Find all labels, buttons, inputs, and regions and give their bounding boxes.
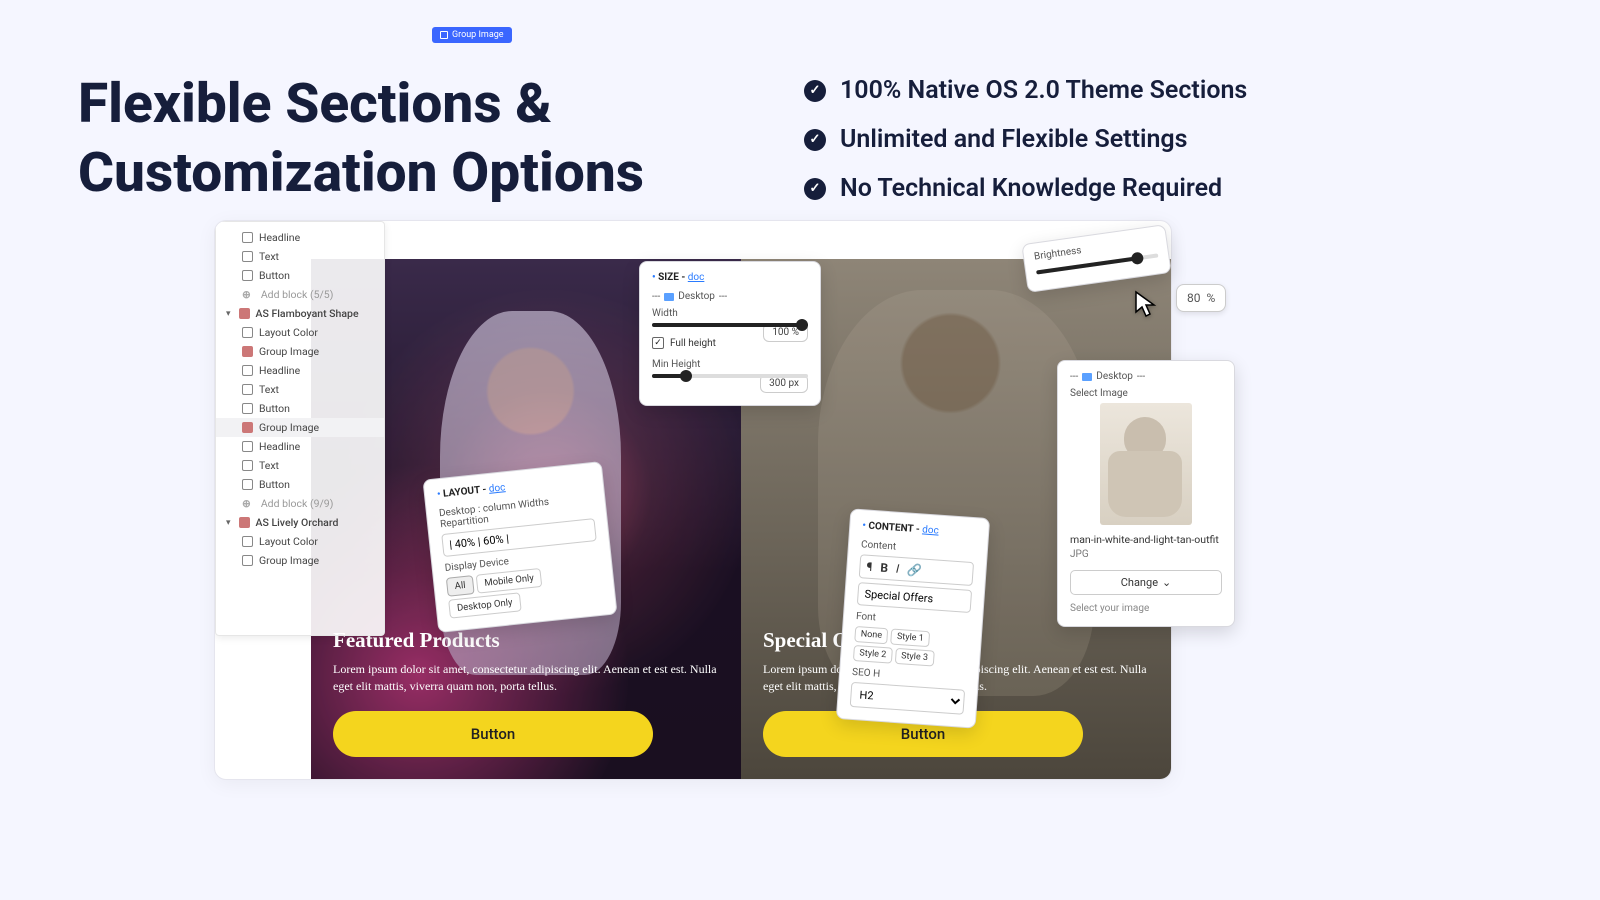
check-icon: ✓ bbox=[804, 178, 826, 200]
width-slider[interactable] bbox=[652, 323, 808, 327]
device-subheader: --- Desktop --- bbox=[1070, 371, 1222, 382]
doc-link[interactable]: doc bbox=[688, 272, 705, 283]
cursor-icon bbox=[1134, 290, 1160, 324]
doc-link[interactable]: doc bbox=[922, 524, 939, 536]
tree-item-text[interactable]: Text bbox=[216, 247, 384, 266]
feature-item: ✓ No Technical Knowledge Required bbox=[804, 174, 1247, 203]
tree-item[interactable]: Text bbox=[216, 456, 384, 475]
change-image-button[interactable]: Change ⌄ bbox=[1070, 570, 1222, 595]
font-option[interactable]: Style 1 bbox=[890, 629, 930, 648]
size-panel-header: • SIZE - doc bbox=[652, 272, 808, 283]
tree-add-block[interactable]: ⊕Add block (9/9) bbox=[216, 494, 384, 513]
feature-list: ✓ 100% Native OS 2.0 Theme Sections ✓ Un… bbox=[804, 76, 1247, 223]
panel-button[interactable]: Button bbox=[333, 711, 653, 757]
min-height-label: Min Height bbox=[652, 359, 808, 370]
tree-item-group-image-selected[interactable]: Group Image bbox=[216, 418, 384, 437]
image-hint: Select your image bbox=[1070, 603, 1222, 614]
size-panel[interactable]: • SIZE - doc --- Desktop --- Width 100 %… bbox=[639, 261, 821, 406]
tree-item[interactable]: Group Image bbox=[216, 342, 384, 361]
italic-icon[interactable]: I bbox=[895, 562, 899, 576]
image-filename: man-in-white-and-light-tan-outfit bbox=[1070, 533, 1222, 547]
tree-item[interactable]: Headline bbox=[216, 361, 384, 380]
content-panel-header: • CONTENT - doc bbox=[862, 520, 976, 539]
min-height-slider[interactable] bbox=[652, 374, 808, 378]
content-panel[interactable]: • CONTENT - doc Content ¶ B I 🔗 Font Non… bbox=[836, 508, 990, 728]
link-icon[interactable]: 🔗 bbox=[907, 562, 923, 577]
hero-title-line2: Customization Options bbox=[78, 139, 644, 208]
slider-knob[interactable] bbox=[1131, 252, 1145, 266]
check-icon: ✓ bbox=[804, 129, 826, 151]
feature-text: 100% Native OS 2.0 Theme Sections bbox=[840, 76, 1247, 105]
font-option[interactable]: None bbox=[854, 626, 888, 644]
bold-icon[interactable]: B bbox=[880, 561, 889, 576]
rte-toolbar[interactable]: ¶ B I 🔗 bbox=[859, 554, 974, 586]
feature-item: ✓ Unlimited and Flexible Settings bbox=[804, 125, 1247, 154]
tree-item-button[interactable]: Button bbox=[216, 266, 384, 285]
group-image-icon bbox=[440, 31, 448, 39]
slider-knob[interactable] bbox=[796, 319, 808, 331]
selection-badge: Group Image bbox=[432, 27, 512, 43]
device-option-all[interactable]: All bbox=[446, 575, 475, 597]
seo-select[interactable]: H2 bbox=[850, 682, 965, 715]
hero-title: Flexible Sections & Customization Option… bbox=[78, 70, 644, 208]
panel-body: Lorem ipsum dolor sit amet, consectetur … bbox=[333, 661, 719, 695]
device-option-desktop[interactable]: Desktop Only bbox=[448, 592, 521, 618]
checkbox-icon: ✓ bbox=[652, 337, 664, 349]
paragraph-icon[interactable]: ¶ bbox=[866, 560, 873, 574]
layout-panel[interactable]: • LAYOUT - doc Desktop : column Widths R… bbox=[422, 461, 617, 633]
tree-item[interactable]: Headline bbox=[216, 437, 384, 456]
select-image-label: Select Image bbox=[1070, 388, 1222, 399]
image-filetype: JPG bbox=[1070, 549, 1222, 560]
feature-text: No Technical Knowledge Required bbox=[840, 174, 1222, 203]
tree-section-orchard[interactable]: ▾AS Lively Orchard bbox=[216, 513, 384, 532]
chevron-down-icon: ⌄ bbox=[1162, 576, 1171, 589]
panel-title: Featured Products bbox=[333, 628, 719, 653]
content-input[interactable] bbox=[857, 582, 972, 613]
tree-add-block[interactable]: ⊕Add block (5/5) bbox=[216, 285, 384, 304]
tree-item[interactable]: Button bbox=[216, 399, 384, 418]
feature-text: Unlimited and Flexible Settings bbox=[840, 125, 1188, 154]
check-icon: ✓ bbox=[804, 80, 826, 102]
font-option[interactable]: Style 2 bbox=[853, 645, 893, 664]
sidebar-tree[interactable]: Headline Text Button ⊕Add block (5/5) ▾A… bbox=[215, 221, 385, 636]
feature-item: ✓ 100% Native OS 2.0 Theme Sections bbox=[804, 76, 1247, 105]
device-option-mobile[interactable]: Mobile Only bbox=[475, 568, 542, 594]
tree-item[interactable]: Layout Color bbox=[216, 532, 384, 551]
tree-item[interactable]: Button bbox=[216, 475, 384, 494]
desktop-icon bbox=[1082, 373, 1092, 381]
desktop-icon bbox=[664, 293, 674, 301]
doc-link[interactable]: doc bbox=[488, 482, 506, 495]
device-subheader: --- Desktop --- bbox=[652, 291, 808, 302]
hero-title-line1: Flexible Sections & bbox=[78, 70, 644, 139]
brightness-value-box[interactable]: 80 % bbox=[1176, 284, 1226, 312]
font-segmented[interactable]: None Style 1 Style 2 Style 3 bbox=[853, 626, 969, 669]
font-option[interactable]: Style 3 bbox=[895, 648, 935, 667]
tree-item[interactable]: Text bbox=[216, 380, 384, 399]
tree-section-flamboyant[interactable]: ▾AS Flamboyant Shape bbox=[216, 304, 384, 323]
tree-item[interactable]: Group Image bbox=[216, 551, 384, 570]
full-height-checkbox[interactable]: ✓Full height bbox=[652, 337, 763, 349]
width-label: Width bbox=[652, 308, 808, 319]
badge-label: Group Image bbox=[452, 30, 504, 40]
tree-item[interactable]: Layout Color bbox=[216, 323, 384, 342]
tree-item-headline[interactable]: Headline bbox=[216, 228, 384, 247]
image-thumbnail[interactable] bbox=[1100, 403, 1192, 525]
image-select-panel[interactable]: --- Desktop --- Select Image man-in-whit… bbox=[1057, 360, 1235, 627]
slider-knob[interactable] bbox=[680, 370, 692, 382]
